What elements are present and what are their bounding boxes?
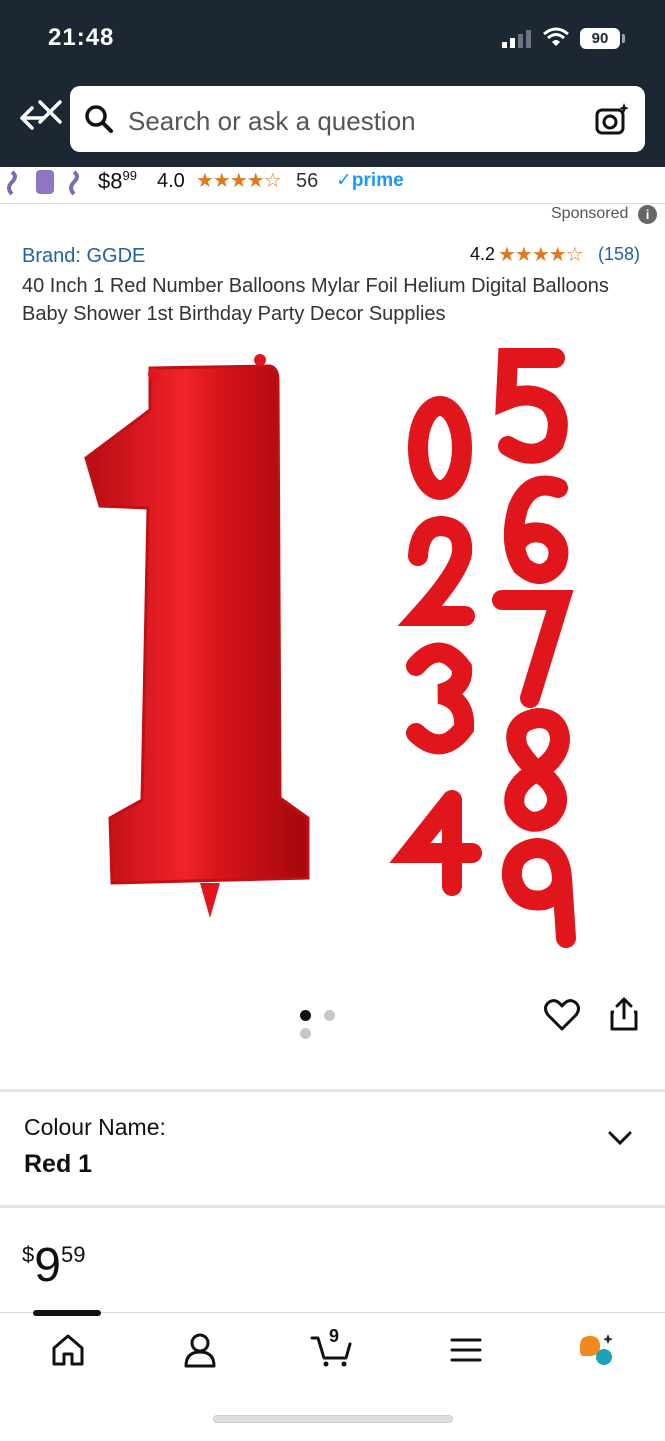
chevron-down-icon[interactable] [606, 1128, 634, 1148]
previous-item-review-count: 56 [296, 170, 319, 192]
account-icon[interactable] [182, 1332, 218, 1368]
previous-item-price: $899 [98, 168, 137, 194]
balloon-digit-7 [492, 590, 574, 708]
previous-item-rating: 4.0 [157, 170, 185, 192]
brand-link[interactable]: Brand: GGDE [22, 245, 145, 268]
variant-label: Colour Name: [24, 1114, 166, 1140]
image-dot-3[interactable] [300, 1028, 311, 1039]
cart-count: 9 [329, 1326, 340, 1346]
menu-icon[interactable] [448, 1332, 484, 1368]
rufus-icon[interactable] [578, 1332, 614, 1368]
previous-item-stars: ★★★★☆ [196, 170, 282, 192]
rating-stars[interactable]: ★★★★☆ [498, 242, 584, 267]
battery-icon: 90 [580, 28, 620, 49]
heart-icon[interactable] [544, 998, 580, 1032]
divider [0, 1205, 665, 1208]
prime-badge: ✓prime [336, 170, 404, 191]
balloon-digit-3 [406, 642, 475, 755]
balloon-digit-5 [495, 348, 568, 464]
info-icon[interactable]: i [638, 205, 657, 224]
product-image[interactable] [60, 338, 620, 958]
balloon-digit-2 [397, 515, 475, 626]
review-count-link[interactable]: (158) [598, 244, 640, 265]
signal-icon [502, 30, 531, 48]
divider [0, 1089, 665, 1092]
previous-item-thumbnail[interactable] [6, 168, 82, 200]
balloon-digit-8 [504, 708, 571, 832]
balloon-digit-4 [389, 790, 482, 896]
battery-tip [622, 34, 625, 43]
balloon-digit-6 [503, 475, 569, 584]
image-dot-1[interactable] [300, 1010, 311, 1021]
image-dot-2[interactable] [324, 1010, 335, 1021]
balloon-digit-1 [84, 364, 310, 885]
image-pagination[interactable] [300, 1008, 370, 1039]
product-title: 40 Inch 1 Red Number Balloons Mylar Foil… [22, 275, 609, 325]
status-time: 21:48 [48, 24, 115, 51]
home-indicator [213, 1415, 453, 1423]
sponsored-label: Sponsored [551, 205, 629, 222]
home-icon[interactable] [50, 1332, 86, 1368]
wifi-icon [543, 27, 569, 46]
product-price: $959 [22, 1239, 86, 1292]
rating-value: 4.2 [470, 244, 496, 264]
camera-search-icon[interactable] [594, 102, 630, 136]
share-icon[interactable] [608, 996, 640, 1032]
search-icon [85, 105, 113, 133]
nav-active-indicator [33, 1310, 101, 1316]
search-input[interactable]: Search or ask a question [128, 106, 416, 137]
balloon-digit-0 [408, 396, 472, 500]
variant-value[interactable]: Red 1 [24, 1150, 92, 1179]
balloon-digit-9 [501, 837, 576, 948]
back-close-icon[interactable] [18, 96, 64, 134]
